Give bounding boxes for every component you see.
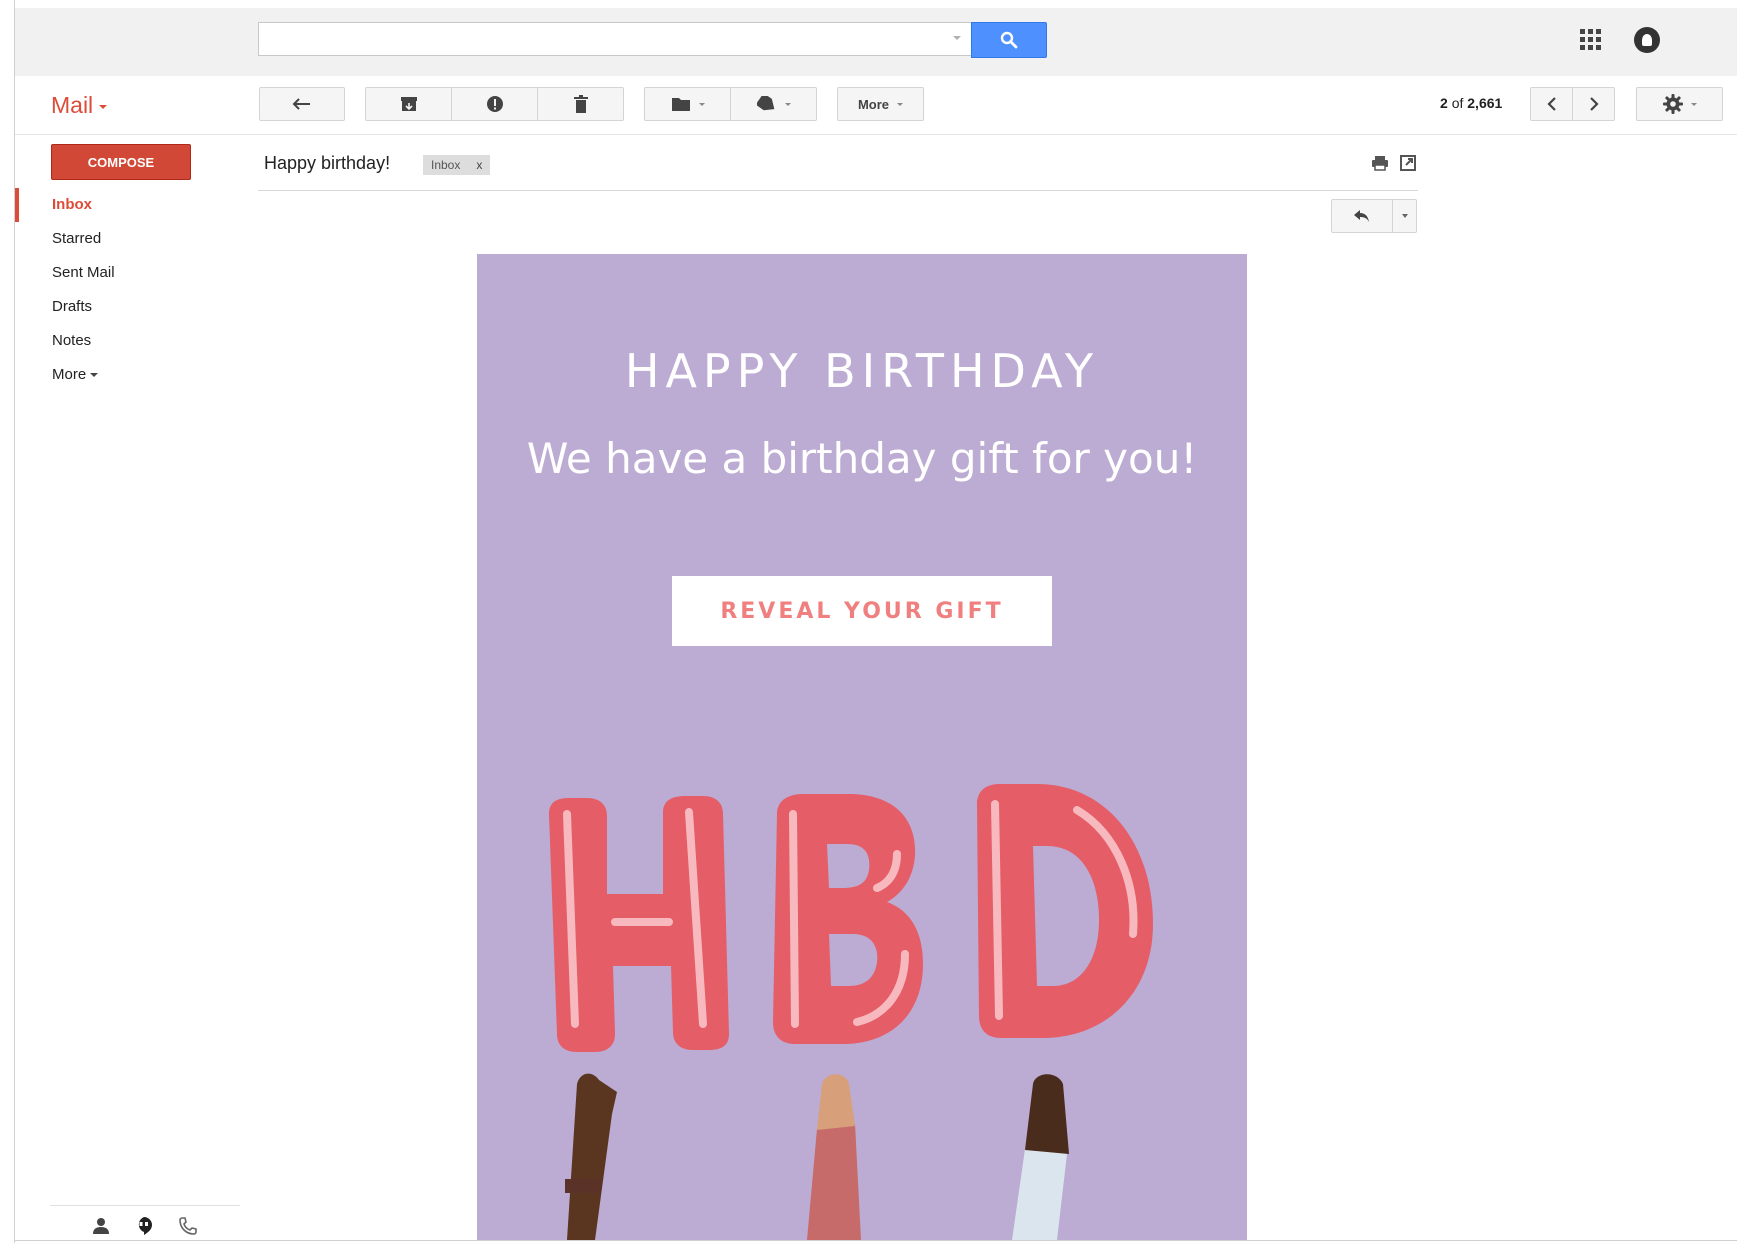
- settings-button[interactable]: [1636, 87, 1723, 121]
- move-to-caret-icon: [698, 102, 705, 106]
- folder-icon: [671, 98, 690, 111]
- print-icon[interactable]: [1371, 154, 1389, 172]
- archive-icon: [400, 97, 417, 111]
- report-spam-button[interactable]: [451, 87, 538, 121]
- person-glyph: [93, 1218, 109, 1234]
- search-input[interactable]: [258, 22, 971, 56]
- chevron-right-icon: [1589, 97, 1599, 111]
- message-header-divider: [258, 190, 1418, 191]
- reply-options-button[interactable]: [1392, 200, 1417, 232]
- label-tag-icon: [756, 96, 774, 111]
- window-left-border: [14, 0, 15, 1243]
- labels-button[interactable]: [730, 87, 817, 121]
- more-actions-button[interactable]: More: [837, 87, 924, 121]
- gear-icon: [1662, 94, 1683, 114]
- back-to-inbox-button[interactable]: [259, 87, 345, 121]
- pagination-count: 2 of 2,661: [1440, 95, 1502, 111]
- person-icon[interactable]: [90, 1215, 112, 1237]
- page-current: 2: [1440, 95, 1448, 111]
- inbox-label-chip[interactable]: Inbox x: [423, 155, 491, 175]
- phone-icon[interactable]: [177, 1215, 199, 1237]
- report-spam-icon: [486, 96, 503, 112]
- mail-menu-caret-icon: [99, 104, 108, 109]
- newer-button[interactable]: [1530, 87, 1573, 121]
- page-total: 2,661: [1467, 95, 1503, 111]
- hbd-balloons-image: [549, 784, 1153, 1240]
- sidebar-nav: Inbox Starred Sent Mail Drafts Notes Mor…: [15, 188, 235, 392]
- delete-button[interactable]: [537, 87, 624, 121]
- search-options-caret-icon[interactable]: [953, 36, 961, 40]
- more-actions-caret-icon: [897, 102, 904, 106]
- sidebar-item-label: Inbox: [52, 196, 92, 213]
- reply-icon: [1354, 210, 1369, 222]
- back-arrow-icon: [292, 98, 310, 110]
- compose-button[interactable]: COMPOSE: [51, 144, 191, 180]
- more-actions-label: More: [857, 96, 890, 112]
- sidebar-item-label: Drafts: [52, 298, 93, 315]
- settings-caret-icon: [1690, 102, 1697, 106]
- sidebar-item-more[interactable]: More: [15, 358, 235, 392]
- sidebar-item-starred[interactable]: Starred: [15, 222, 235, 256]
- sidebar-item-inbox[interactable]: Inbox: [15, 188, 235, 222]
- gmail-window: Mail More 2 of 2,661 COMPOSE Inbox Starr…: [0, 0, 1737, 1243]
- more-caret-icon: [90, 373, 99, 378]
- email-heading: HAPPY BIRTHDAY: [624, 344, 1100, 398]
- apps-grid-icon[interactable]: [1580, 29, 1604, 53]
- sidebar-item-label: Starred: [52, 230, 102, 247]
- hangouts-icon[interactable]: [133, 1215, 155, 1237]
- reveal-gift-button[interactable]: REVEAL YOUR GIFT: [672, 576, 1052, 646]
- phone-glyph: [179, 1217, 197, 1235]
- email-body-card: HAPPY BIRTHDAY We have a birthday gift f…: [477, 254, 1247, 1240]
- message-subject: Happy birthday!: [264, 153, 391, 173]
- archive-button[interactable]: [365, 87, 452, 121]
- sidebar-item-drafts[interactable]: Drafts: [15, 290, 235, 324]
- remove-label-button[interactable]: x: [476, 158, 482, 172]
- labels-caret-icon: [784, 102, 791, 106]
- window-bottom-border: [14, 1240, 1737, 1241]
- sidebar-item-label: Notes: [52, 332, 92, 349]
- mail-menu[interactable]: Mail: [51, 92, 108, 119]
- move-to-button[interactable]: [644, 87, 731, 121]
- search-button[interactable]: [971, 22, 1047, 58]
- sidebar-item-notes[interactable]: Notes: [15, 324, 235, 358]
- search-bar: [258, 22, 1048, 58]
- reply-options-caret-icon: [1402, 214, 1408, 218]
- email-subheading: We have a birthday gift for you!: [526, 434, 1198, 483]
- mail-menu-label: Mail: [51, 92, 94, 118]
- sidebar-footer-divider: [50, 1205, 240, 1206]
- reply-button[interactable]: [1332, 200, 1392, 232]
- chevron-left-icon: [1546, 97, 1556, 111]
- older-button[interactable]: [1572, 87, 1615, 121]
- sidebar-item-sent-mail[interactable]: Sent Mail: [15, 256, 235, 290]
- search-icon: [1000, 31, 1018, 49]
- reply-button-group: [1331, 199, 1417, 233]
- trash-icon: [573, 95, 588, 113]
- label-chip-text: Inbox: [431, 158, 461, 172]
- hangouts-glyph: [138, 1217, 152, 1235]
- new-window-icon[interactable]: [1399, 154, 1417, 172]
- account-icon[interactable]: [1634, 27, 1660, 53]
- sidebar-item-label: More: [52, 366, 87, 383]
- sidebar-item-label: Sent Mail: [52, 264, 115, 281]
- page-of: of: [1451, 95, 1464, 111]
